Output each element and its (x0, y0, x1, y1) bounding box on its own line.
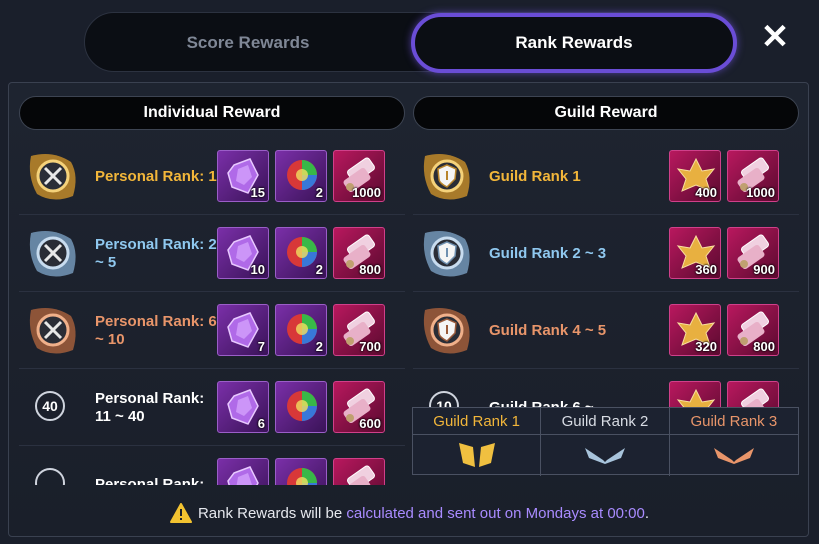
guild-rank-table-header: Guild Rank 2 (541, 408, 670, 435)
guild-rank-table-cell (541, 435, 670, 476)
reward-item[interactable]: 600 (333, 381, 385, 433)
reward-item[interactable]: 2 (275, 304, 327, 356)
guild-rank-table-header: Guild Rank 3 (669, 408, 798, 435)
rank-number-badge: 40 (35, 391, 65, 421)
silver-shield-emblem-icon (417, 223, 477, 283)
bronze-shield-emblem-icon (417, 300, 477, 360)
gold-wings-icon (453, 439, 501, 473)
reward-items: 400 1000 (669, 150, 779, 202)
gold-swords-emblem-icon (23, 146, 83, 206)
tab-score-rewards[interactable]: Score Rewards (85, 13, 411, 73)
reward-quantity: 1000 (746, 185, 775, 200)
reward-items: 7 2 700 (217, 304, 385, 356)
reward-item[interactable]: 10 (217, 227, 269, 279)
reward-items (217, 458, 385, 485)
reward-row: Personal Rank: 6 ~ 10 7 2 700 (19, 292, 405, 369)
reward-row: Guild Rank 1 400 1000 (413, 138, 799, 215)
guild-rank-table-cell (670, 435, 798, 476)
silver-swords-emblem-icon (23, 223, 83, 283)
reward-item[interactable]: 800 (727, 304, 779, 356)
reward-item[interactable]: 700 (333, 304, 385, 356)
reward-items: 15 2 1000 (217, 150, 385, 202)
rank-label: Guild Rank 4 ~ 5 (489, 321, 607, 339)
reward-items: 10 2 800 (217, 227, 385, 279)
reward-quantity: 900 (753, 262, 775, 277)
rank-label: Guild Rank 1 (489, 167, 581, 185)
reward-item[interactable]: 7 (217, 304, 269, 356)
silver-wings-icon (581, 444, 629, 468)
reward-row: 40 Personal Rank: 11 ~ 40 6 600 (19, 369, 405, 446)
guild-rank-table-header: Guild Rank 1 (413, 408, 542, 435)
reward-item[interactable]: 2 (275, 150, 327, 202)
reward-quantity: 360 (695, 262, 717, 277)
bronze-wings-icon (710, 444, 758, 468)
reward-row: Guild Rank 4 ~ 5 320 800 (413, 292, 799, 369)
reward-quantity: 10 (250, 262, 265, 277)
rank-label: Personal Rank: (95, 475, 205, 486)
reward-quantity: 2 (315, 185, 323, 200)
reward-quantity: 7 (257, 339, 265, 354)
reward-quantity: 320 (695, 339, 717, 354)
rank-number-badge (35, 468, 65, 485)
reward-item[interactable]: 1000 (333, 150, 385, 202)
reward-quantity: 600 (359, 416, 381, 431)
reward-items: 6 600 (217, 381, 385, 433)
reward-quantity: 6 (257, 416, 265, 431)
reward-item[interactable] (217, 458, 269, 485)
close-icon[interactable]: ✕ (758, 18, 792, 56)
warning-icon (169, 503, 192, 523)
reward-item[interactable]: 2 (275, 227, 327, 279)
reward-item[interactable] (275, 458, 327, 485)
rank-reward-notice: Rank Rewards will be calculated and sent… (0, 500, 819, 526)
reward-item[interactable] (275, 381, 327, 433)
notice-highlight: calculated and sent out on Mondays at 00… (346, 504, 645, 522)
rank-label: Personal Rank: 6 ~ 10 (95, 312, 217, 348)
reward-items: 320 800 (669, 304, 779, 356)
notice-suffix: . (644, 504, 650, 522)
reward-item[interactable]: 1000 (727, 150, 779, 202)
reward-quantity: 15 (250, 185, 265, 200)
reward-item[interactable]: 800 (333, 227, 385, 279)
rank-label: Personal Rank: 11 ~ 40 (95, 389, 205, 425)
reward-item[interactable]: 900 (727, 227, 779, 279)
reward-row: Personal Rank: (19, 446, 405, 485)
individual-reward-header: Individual Reward (19, 96, 405, 130)
reward-item[interactable]: 400 (669, 150, 721, 202)
rank-label: Personal Rank: 1 (95, 167, 217, 185)
reward-quantity: 2 (315, 262, 323, 277)
tab-rank-rewards[interactable]: Rank Rewards (411, 13, 737, 73)
guild-rank-table: Guild Rank 1 Guild Rank 2 Guild Rank 3 (412, 407, 799, 476)
reward-quantity: 400 (695, 185, 717, 200)
reward-row: Guild Rank 2 ~ 3 360 900 (413, 215, 799, 292)
guild-rank-table-cell (413, 435, 542, 476)
reward-quantity: 800 (753, 339, 775, 354)
reward-items: 360 900 (669, 227, 779, 279)
reward-row: Personal Rank: 2 ~ 5 10 2 800 (19, 215, 405, 292)
guild-reward-header: Guild Reward (413, 96, 799, 130)
reward-quantity: 2 (315, 339, 323, 354)
reward-item[interactable] (333, 458, 385, 485)
reward-row: Personal Rank: 1 15 2 1000 (19, 138, 405, 215)
individual-reward-list[interactable]: Personal Rank: 1 15 2 1000 Personal Rank: 2 … (19, 138, 405, 485)
reward-quantity: 700 (359, 339, 381, 354)
reward-quantity: 1000 (352, 185, 381, 200)
reward-item[interactable]: 15 (217, 150, 269, 202)
reward-item[interactable]: 320 (669, 304, 721, 356)
reward-item[interactable]: 360 (669, 227, 721, 279)
notice-prefix: Rank Rewards will be (197, 504, 347, 522)
bronze-swords-emblem-icon (23, 300, 83, 360)
reward-quantity: 800 (359, 262, 381, 277)
reward-tabs: Score Rewards Rank Rewards (84, 12, 737, 73)
rank-label: Guild Rank 2 ~ 3 (489, 244, 607, 262)
gold-shield-emblem-icon (417, 146, 477, 206)
rank-label: Personal Rank: 2 ~ 5 (95, 235, 217, 271)
reward-item[interactable]: 6 (217, 381, 269, 433)
